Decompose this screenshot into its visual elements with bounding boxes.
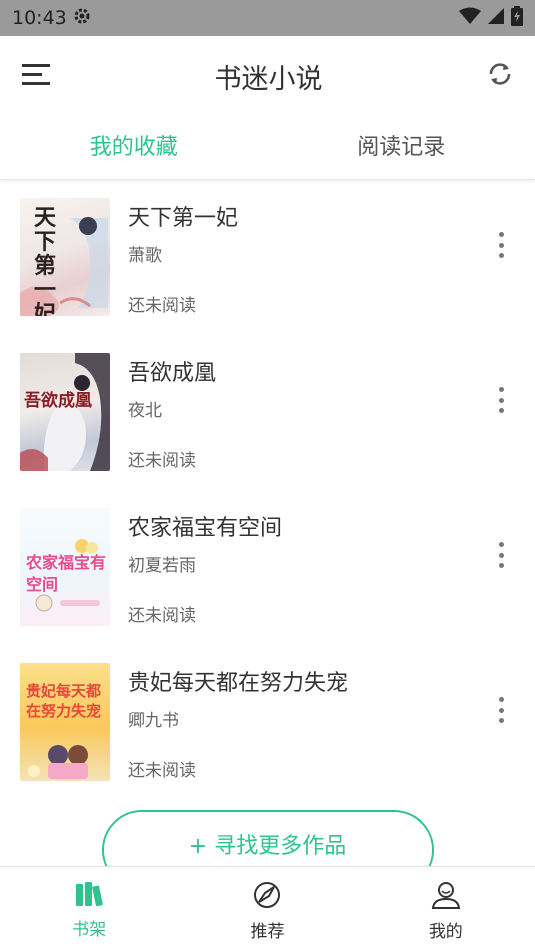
book-read-status: 还未阅读 xyxy=(128,606,196,626)
battery-icon xyxy=(511,6,523,30)
books-icon xyxy=(74,881,104,911)
book-title: 吾欲成凰 xyxy=(128,361,217,386)
more-options-icon[interactable] xyxy=(497,542,505,568)
book-title: 贵妃每天都在努力失宠 xyxy=(128,671,349,696)
tab-bar: 我的收藏 阅读记录 xyxy=(0,116,535,180)
nav-label: 书架 xyxy=(72,920,107,940)
book-read-status: 还未阅读 xyxy=(128,296,196,316)
book-author: 夜北 xyxy=(128,401,162,421)
book-item[interactable]: 贵妃每天都在努力失宠 贵妃每天都在努力失宠 卿九书 还未阅读 xyxy=(0,645,535,800)
menu-icon[interactable] xyxy=(22,62,50,90)
book-cover: 农家福宝有空间 xyxy=(20,508,110,626)
tab-reading-history[interactable]: 阅读记录 xyxy=(268,116,535,179)
app-bar: 书迷小说 xyxy=(0,36,535,116)
nav-label: 我的 xyxy=(428,922,463,942)
find-more-button[interactable]: + 寻找更多作品 xyxy=(101,810,434,866)
signal-icon xyxy=(487,7,505,29)
settings-gear-icon xyxy=(73,7,91,29)
book-item[interactable]: 天下第一妃 天下第一妃 萧歌 还未阅读 xyxy=(0,180,535,335)
book-cover: 天下第一妃 xyxy=(20,198,110,316)
nav-label: 推荐 xyxy=(250,922,285,942)
find-more-wrapper: + 寻找更多作品 xyxy=(0,800,535,866)
app-title: 书迷小说 xyxy=(214,63,323,95)
book-read-status: 还未阅读 xyxy=(128,451,196,471)
compass-icon xyxy=(252,881,282,913)
more-options-icon[interactable] xyxy=(497,387,505,413)
status-time: 10:43 xyxy=(12,7,67,29)
book-list: 天下第一妃 天下第一妃 萧歌 还未阅读 吾欲成凰 吾欲成凰 夜北 还未阅读 农家… xyxy=(0,180,535,866)
more-options-icon[interactable] xyxy=(497,232,505,258)
cover-title-text: 天下第一妃 xyxy=(34,205,57,316)
person-icon xyxy=(431,881,461,913)
bottom-nav: 书架 推荐 我的 xyxy=(0,866,535,951)
book-title: 天下第一妃 xyxy=(128,206,239,231)
wifi-icon xyxy=(459,7,481,29)
cover-title-text: 农家福宝有空间 xyxy=(26,553,107,594)
book-item[interactable]: 农家福宝有空间 农家福宝有空间 初夏若雨 还未阅读 xyxy=(0,490,535,645)
nav-recommend[interactable]: 推荐 xyxy=(178,867,356,951)
nav-mine[interactable]: 我的 xyxy=(357,867,535,951)
cover-title-text: 吾欲成凰 xyxy=(24,391,92,411)
cover-title-text: 贵妃每天都在努力失宠 xyxy=(26,682,102,720)
tab-favorites[interactable]: 我的收藏 xyxy=(0,116,268,179)
book-item[interactable]: 吾欲成凰 吾欲成凰 夜北 还未阅读 xyxy=(0,335,535,490)
book-read-status: 还未阅读 xyxy=(128,761,196,781)
book-author: 初夏若雨 xyxy=(128,556,196,576)
more-options-icon[interactable] xyxy=(497,697,505,723)
book-cover: 贵妃每天都在努力失宠 xyxy=(20,663,110,781)
book-title: 农家福宝有空间 xyxy=(128,516,283,541)
status-bar: 10:43 xyxy=(0,0,535,36)
book-author: 卿九书 xyxy=(128,711,179,731)
refresh-icon[interactable] xyxy=(487,61,513,91)
book-cover: 吾欲成凰 xyxy=(20,353,110,471)
nav-bookshelf[interactable]: 书架 xyxy=(0,867,178,951)
book-author: 萧歌 xyxy=(128,246,162,266)
